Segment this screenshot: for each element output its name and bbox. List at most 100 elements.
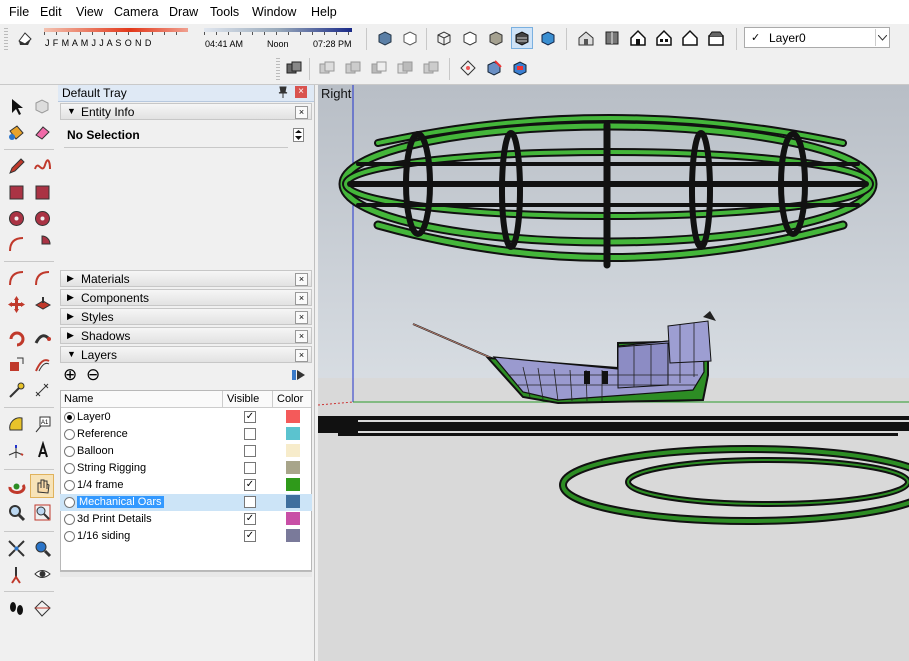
eraser-tool[interactable] — [30, 120, 54, 144]
zoom-extents-tool[interactable] — [4, 536, 28, 560]
layer-color-swatch[interactable] — [286, 512, 300, 525]
layer-details-icon[interactable] — [292, 369, 306, 381]
pin-icon[interactable] — [278, 86, 288, 101]
display-section-planes-button[interactable] — [483, 57, 505, 79]
active-layer-radio[interactable] — [64, 412, 75, 423]
layer-select[interactable]: ✓ Layer0 — [744, 27, 890, 48]
circle-tool[interactable] — [4, 206, 28, 230]
menu-draw[interactable]: Draw — [169, 5, 198, 19]
active-layer-radio[interactable] — [64, 531, 75, 542]
layers-header[interactable]: ▼ Layers × — [60, 346, 312, 363]
three-point-arc-tool[interactable] — [4, 266, 28, 290]
two-point-arc-tool[interactable] — [30, 266, 54, 290]
active-layer-radio[interactable] — [64, 514, 75, 525]
active-layer-radio[interactable] — [64, 463, 75, 474]
layer-visible-checkbox[interactable]: ✓ — [244, 479, 256, 491]
remove-layer-icon[interactable]: ⊖ — [86, 366, 100, 383]
split-button[interactable] — [420, 57, 442, 79]
shaded-textures-button[interactable] — [511, 27, 533, 49]
materials-header[interactable]: ▶ Materials × — [60, 270, 312, 287]
tray-close-button[interactable]: × — [295, 86, 307, 98]
menu-tools[interactable]: Tools — [210, 5, 239, 19]
resize-handle[interactable] — [60, 571, 312, 577]
pie-tool[interactable] — [30, 232, 54, 256]
layer-row[interactable]: 1/4 frame ✓ — [60, 477, 312, 494]
components-header[interactable]: ▶ Components × — [60, 289, 312, 306]
layer-color-swatch[interactable] — [286, 461, 300, 474]
pan-tool[interactable] — [30, 474, 54, 498]
layer-color-swatch[interactable] — [286, 427, 300, 440]
section-plane-button[interactable] — [457, 57, 479, 79]
walk-tool[interactable] — [4, 596, 28, 620]
intersect-button[interactable] — [316, 57, 338, 79]
component-tool[interactable] — [30, 94, 54, 118]
dimension-tool[interactable] — [30, 378, 54, 402]
zoom-window-tool[interactable] — [30, 500, 54, 524]
menu-view[interactable]: View — [76, 5, 103, 19]
offset-tool[interactable] — [30, 352, 54, 376]
freehand-tool[interactable] — [30, 154, 54, 178]
right-view-button[interactable] — [653, 27, 675, 49]
layer-name[interactable]: Layer0 — [77, 411, 111, 423]
drawing-viewport[interactable]: Right — [318, 85, 909, 661]
shadow-toggle-button[interactable] — [14, 27, 36, 49]
month-slider[interactable] — [44, 28, 188, 38]
column-name[interactable]: Name — [64, 393, 93, 405]
layer-visible-checkbox[interactable] — [244, 445, 256, 457]
column-color[interactable]: Color — [277, 393, 303, 405]
layer-row[interactable]: 1/16 siding ✓ — [60, 528, 312, 545]
add-layer-icon[interactable]: ⊕ — [63, 366, 77, 383]
time-slider[interactable] — [204, 28, 352, 38]
move-tool[interactable] — [4, 292, 28, 316]
menu-help[interactable]: Help — [311, 5, 337, 19]
follow-me-tool[interactable] — [30, 326, 54, 350]
layer-color-swatch[interactable] — [286, 410, 300, 423]
layer-color-swatch[interactable] — [286, 444, 300, 457]
layer-name[interactable]: 3d Print Details — [77, 513, 152, 525]
axes-tool[interactable] — [4, 438, 28, 462]
display-section-cuts-button[interactable] — [509, 57, 531, 79]
layer-visible-checkbox[interactable] — [244, 462, 256, 474]
polygon-tool[interactable] — [30, 206, 54, 230]
orbit-tool[interactable] — [4, 474, 28, 498]
close-icon[interactable]: × — [295, 292, 308, 305]
menu-window[interactable]: Window — [252, 5, 296, 19]
xray-button[interactable] — [374, 27, 396, 49]
close-icon[interactable]: × — [295, 273, 308, 286]
front-view-button[interactable] — [627, 27, 649, 49]
left-view-button[interactable] — [705, 27, 727, 49]
zoom-tool[interactable] — [4, 500, 28, 524]
arc-tool[interactable] — [4, 232, 28, 256]
active-layer-radio[interactable] — [64, 429, 75, 440]
back-edges-button[interactable] — [399, 27, 421, 49]
close-icon[interactable]: × — [295, 106, 308, 119]
position-camera-tool[interactable] — [4, 562, 28, 586]
subtract-button[interactable] — [368, 57, 390, 79]
layer-color-swatch[interactable] — [286, 529, 300, 542]
iso-view-button[interactable] — [575, 27, 597, 49]
toolbar-grip[interactable] — [4, 28, 8, 50]
tape-measure-tool[interactable] — [4, 378, 28, 402]
text-tool[interactable]: A1 — [30, 412, 54, 436]
shaded-button[interactable] — [485, 27, 507, 49]
entity-info-menu-button[interactable] — [293, 128, 304, 142]
layer-row[interactable]: Reference — [60, 426, 312, 443]
menu-file[interactable]: File — [9, 5, 29, 19]
wireframe-button[interactable] — [433, 27, 455, 49]
layer-row[interactable]: String Rigging — [60, 460, 312, 477]
menu-camera[interactable]: Camera — [114, 5, 158, 19]
layer-visible-checkbox[interactable] — [244, 428, 256, 440]
close-icon[interactable]: × — [295, 330, 308, 343]
top-view-button[interactable] — [601, 27, 623, 49]
layer-visible-checkbox[interactable]: ✓ — [244, 513, 256, 525]
layer-name[interactable]: Mechanical Oars — [77, 496, 164, 508]
layer-name[interactable]: 1/16 siding — [77, 530, 130, 542]
chevron-down-icon[interactable] — [875, 29, 889, 46]
layer-name[interactable]: Balloon — [77, 445, 114, 457]
push-pull-tool[interactable] — [30, 292, 54, 316]
paint-bucket-tool[interactable] — [4, 120, 28, 144]
close-icon[interactable]: × — [295, 311, 308, 324]
layer-color-swatch[interactable] — [286, 495, 300, 508]
previous-view-tool[interactable] — [30, 536, 54, 560]
trim-button[interactable] — [394, 57, 416, 79]
